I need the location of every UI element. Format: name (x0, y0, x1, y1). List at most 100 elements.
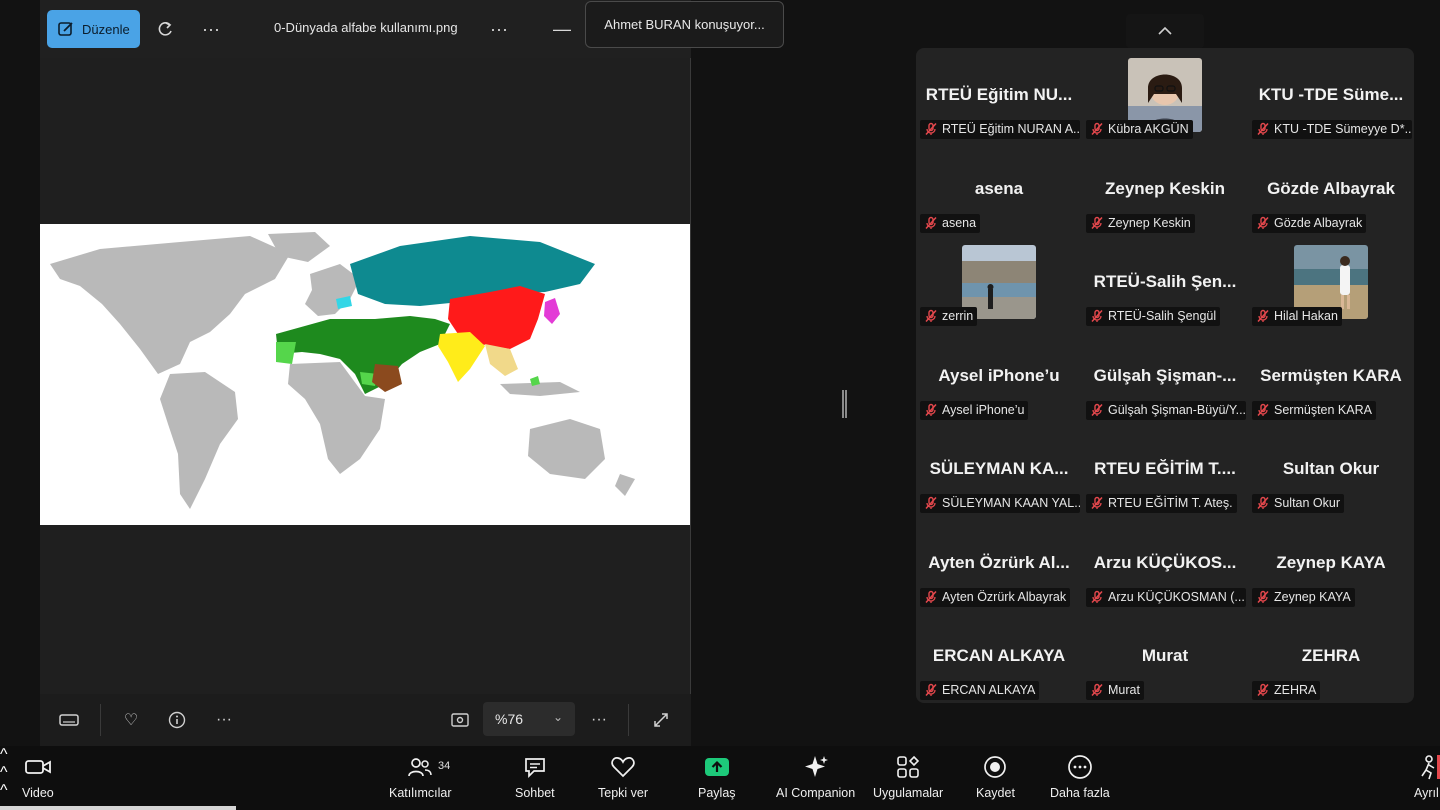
mic-muted-icon (924, 216, 938, 230)
minimize-icon[interactable]: — (549, 16, 575, 42)
participant-display-name: Sultan Okur (1282, 459, 1380, 478)
rotate-icon[interactable] (153, 16, 179, 42)
photo-viewer-window: Düzenle ··· 0-Dünyada alfabe kullanımı.p… (40, 0, 691, 746)
participant-name-label: Hilal Hakan (1252, 307, 1342, 326)
participant-display-name: Gülşah Şişman-... (1093, 365, 1237, 385)
more-button[interactable]: Daha fazla (1050, 752, 1110, 808)
record-button[interactable]: Kaydet (976, 752, 1015, 808)
participant-name-label: Sultan Okur (1252, 494, 1345, 513)
participant-display-name: Aysel iPhone’u (938, 365, 1060, 385)
participant-name: Zeynep Keskin (1108, 215, 1191, 230)
filmstrip-icon[interactable] (56, 708, 82, 732)
more-options-icon[interactable]: ··· (486, 16, 512, 42)
zoom-meeting-screen: Düzenle ··· 0-Dünyada alfabe kullanımı.p… (0, 0, 1440, 810)
participant-name-label: zerrin (920, 307, 978, 326)
participant-tile[interactable]: ZEHRA ZEHRA (1248, 609, 1414, 703)
more-options-icon[interactable]: ··· (586, 708, 612, 732)
chat-icon (520, 752, 550, 782)
participant-tile[interactable]: Zeynep Keskin Zeynep Keskin (1082, 142, 1248, 236)
participant-name-label: Sermüşten KARA (1252, 400, 1376, 420)
file-name: 0-Dünyada alfabe kullanımı.png (274, 20, 458, 35)
participant-tile[interactable]: RTEÜ-Salih Şen... RTEÜ-Salih Şengül (1082, 235, 1248, 329)
leave-button[interactable]: Ayrıl (1414, 752, 1440, 808)
participant-tile[interactable]: Gözde Albayrak Gözde Albayrak (1248, 142, 1414, 236)
participant-name-label: ZEHRA (1252, 681, 1321, 700)
share-button[interactable]: Paylaş (698, 752, 736, 808)
more-options-icon[interactable]: ··· (198, 16, 224, 42)
expand-icon[interactable] (648, 708, 674, 732)
participant-name-label: KTU -TDE Sümeyye D*... (1252, 120, 1412, 139)
more-label: Daha fazla (1050, 786, 1110, 800)
participant-name: SÜLEYMAN KAAN YAL... (942, 496, 1080, 510)
edit-button-label: Düzenle (82, 21, 130, 37)
participant-display-name: Zeynep Keskin (1105, 178, 1225, 198)
participant-name-label: RTEÜ-Salih Şengül (1086, 307, 1221, 326)
fit-to-window-icon[interactable] (447, 708, 473, 732)
participant-name-label: RTEÜ Eğitim NURAN A... (920, 120, 1080, 139)
heart-icon[interactable]: ♡ (118, 708, 144, 732)
apps-button[interactable]: Uygulamalar (873, 752, 943, 808)
taskbar-indicator (0, 806, 236, 810)
participant-tile[interactable]: Ayten Özrürk Al... Ayten Özrürk Albayrak (916, 516, 1082, 610)
participant-name: RTEÜ Eğitim NURAN A... (942, 122, 1080, 136)
video-button[interactable]: Video (22, 752, 54, 808)
mic-muted-icon (1256, 683, 1270, 697)
more-options-icon[interactable]: ··· (211, 708, 237, 732)
participant-display-name: RTEU EĞİTİM T.... (1094, 459, 1236, 478)
participant-tile[interactable]: RTEÜ Eğitim NU... RTEÜ Eğitim NURAN A... (916, 48, 1082, 142)
participant-name: Hilal Hakan (1274, 309, 1338, 323)
participant-tile[interactable]: Hilal Hakan (1248, 235, 1414, 329)
participant-tile[interactable]: Aysel iPhone’u Aysel iPhone’u (916, 329, 1082, 423)
participant-name-label: Zeynep Keskin (1086, 213, 1195, 233)
edit-button[interactable]: Düzenle (47, 10, 140, 48)
edit-icon (58, 22, 73, 36)
participant-name: zerrin (942, 309, 974, 323)
participant-tile[interactable]: Gülşah Şişman-... Gülşah Şişman-Büyü/Y... (1082, 329, 1248, 423)
participant-name: Murat (1108, 683, 1140, 697)
mic-muted-icon (1256, 590, 1270, 604)
zoom-select[interactable]: %76 ⌄ (483, 702, 575, 736)
participant-tile[interactable]: Arzu KÜÇÜKOS... Arzu KÜÇÜKOSMAN (... (1082, 516, 1248, 610)
record-label: Kaydet (976, 786, 1015, 800)
participant-tile[interactable]: ERCAN ALKAYA ERCAN ALKAYA (916, 609, 1082, 703)
heart-icon (608, 752, 638, 782)
participant-name-label: asena (920, 213, 981, 233)
participant-name-label: RTEU EĞİTİM T. Ateş. (1086, 494, 1237, 513)
participant-tile[interactable]: Murat Murat (1082, 609, 1248, 703)
ai-companion-button[interactable]: AI Companion (776, 752, 855, 808)
participant-display-name: Gözde Albayrak (1267, 178, 1395, 198)
participant-tile[interactable]: Kübra AKGÜN (1082, 48, 1248, 142)
leave-label: Ayrıl (1414, 786, 1439, 800)
collapse-gallery-button[interactable] (1126, 14, 1204, 48)
mic-muted-icon (1090, 122, 1104, 136)
participant-name: RTEÜ-Salih Şengül (1108, 309, 1217, 323)
participant-tile[interactable]: Zeynep KAYA Zeynep KAYA (1248, 516, 1414, 610)
participant-tile[interactable]: zerrin (916, 235, 1082, 329)
participant-name-label: Arzu KÜÇÜKOSMAN (... (1086, 587, 1246, 607)
chevron-up-icon (1158, 26, 1172, 35)
participant-display-name: Arzu KÜÇÜKOS... (1093, 552, 1237, 572)
react-button[interactable]: Tepki ver (598, 752, 648, 808)
split-resize-handle[interactable] (842, 390, 847, 418)
mic-muted-icon (1256, 309, 1270, 323)
info-icon[interactable] (164, 708, 190, 732)
mic-muted-icon (924, 590, 938, 604)
participant-name: ERCAN ALKAYA (942, 683, 1036, 697)
participant-tile[interactable]: SÜLEYMAN KA... SÜLEYMAN KAAN YAL... (916, 422, 1082, 516)
participant-name-label: Kübra AKGÜN (1086, 120, 1193, 139)
participant-name: Zeynep KAYA (1274, 589, 1351, 604)
participant-display-name: KTU -TDE Süme... (1258, 85, 1404, 104)
participant-name: Gülşah Şişman-Büyü/Y... (1108, 402, 1246, 417)
participant-tile[interactable]: Sultan Okur Sultan Okur (1248, 422, 1414, 516)
participant-tile[interactable]: RTEU EĞİTİM T.... RTEU EĞİTİM T. Ateş. (1082, 422, 1248, 516)
react-label: Tepki ver (598, 786, 649, 800)
mic-muted-icon (1090, 403, 1104, 417)
participant-tile[interactable]: asena asena (916, 142, 1082, 236)
chat-button[interactable]: Sohbet (515, 752, 555, 808)
participant-tile[interactable]: Sermüşten KARA Sermüşten KARA (1248, 329, 1414, 423)
participant-name: Sultan Okur (1274, 496, 1341, 510)
participant-tile[interactable]: KTU -TDE Süme... KTU -TDE Sümeyye D*... (1248, 48, 1414, 142)
viewer-bottom-bar: ♡ ··· %76 ⌄ ··· (40, 694, 691, 746)
mic-muted-icon (924, 309, 938, 323)
participant-name: Ayten Özrürk Albayrak (942, 589, 1067, 604)
